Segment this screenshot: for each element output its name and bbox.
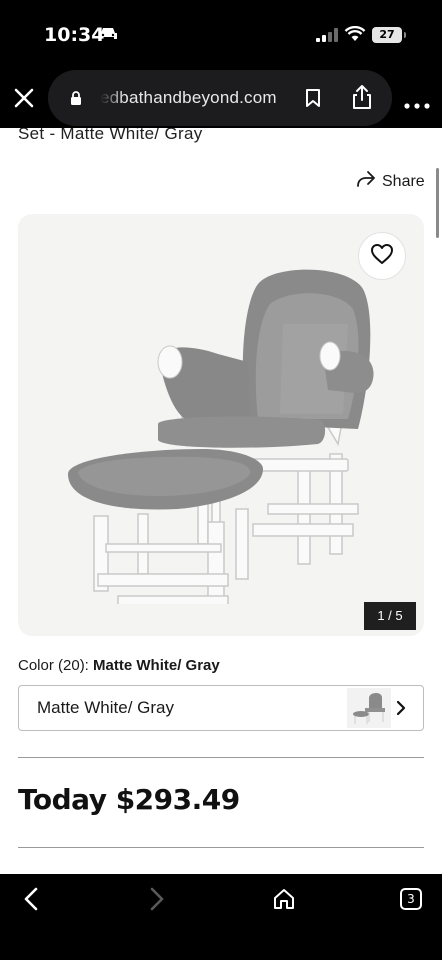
url-fade: [98, 84, 124, 112]
color-thumbnail: [347, 688, 391, 728]
tabs-icon[interactable]: 3: [400, 888, 422, 910]
heart-icon: [370, 243, 394, 270]
browser-toolbar: edbathandbeyond.com: [0, 70, 442, 128]
product-image: [68, 269, 374, 604]
product-image-gallery[interactable]: 1 / 5: [18, 214, 424, 636]
browser-bottom-bar: 3: [0, 874, 442, 960]
status-bar: 10:34 27: [0, 0, 442, 70]
more-icon[interactable]: [404, 96, 430, 114]
favorite-button[interactable]: [358, 232, 406, 280]
divider: [18, 757, 424, 758]
share-arrow-icon: [356, 170, 376, 193]
color-dropdown-value: Matte White/ Gray: [37, 698, 174, 717]
wifi-icon: [344, 25, 366, 47]
image-counter: 1 / 5: [364, 602, 416, 630]
share-button[interactable]: Share: [356, 170, 425, 193]
share-icon[interactable]: [351, 84, 373, 115]
url-text: edbathandbeyond.com: [100, 88, 277, 107]
battery-icon: 27: [372, 27, 406, 43]
bookmark-icon[interactable]: [305, 88, 321, 113]
forward-icon[interactable]: [148, 886, 166, 917]
lock-icon: [70, 91, 82, 111]
price: Today $293.49: [18, 783, 240, 816]
close-icon[interactable]: [12, 86, 36, 110]
back-icon[interactable]: [22, 886, 40, 917]
share-label: Share: [382, 172, 425, 190]
product-title: Set - Matte White/ Gray: [18, 128, 203, 143]
web-page: Set - Matte White/ Gray Share 1 / 5 Colo…: [0, 128, 442, 874]
divider: [18, 847, 424, 848]
home-icon[interactable]: [272, 887, 296, 916]
scrollbar[interactable]: [436, 168, 439, 238]
color-selected-label: Matte White/ Gray: [93, 657, 220, 674]
color-label: Color (20): Matte White/ Gray: [18, 657, 220, 674]
address-bar[interactable]: edbathandbeyond.com: [48, 70, 392, 126]
chevron-right-icon: [396, 700, 406, 721]
color-dropdown[interactable]: Matte White/ Gray: [18, 685, 424, 731]
signal-icon: [316, 28, 338, 47]
car-icon: [98, 27, 118, 46]
status-time: 10:34: [44, 24, 105, 46]
color-count-label: Color (20):: [18, 657, 89, 674]
